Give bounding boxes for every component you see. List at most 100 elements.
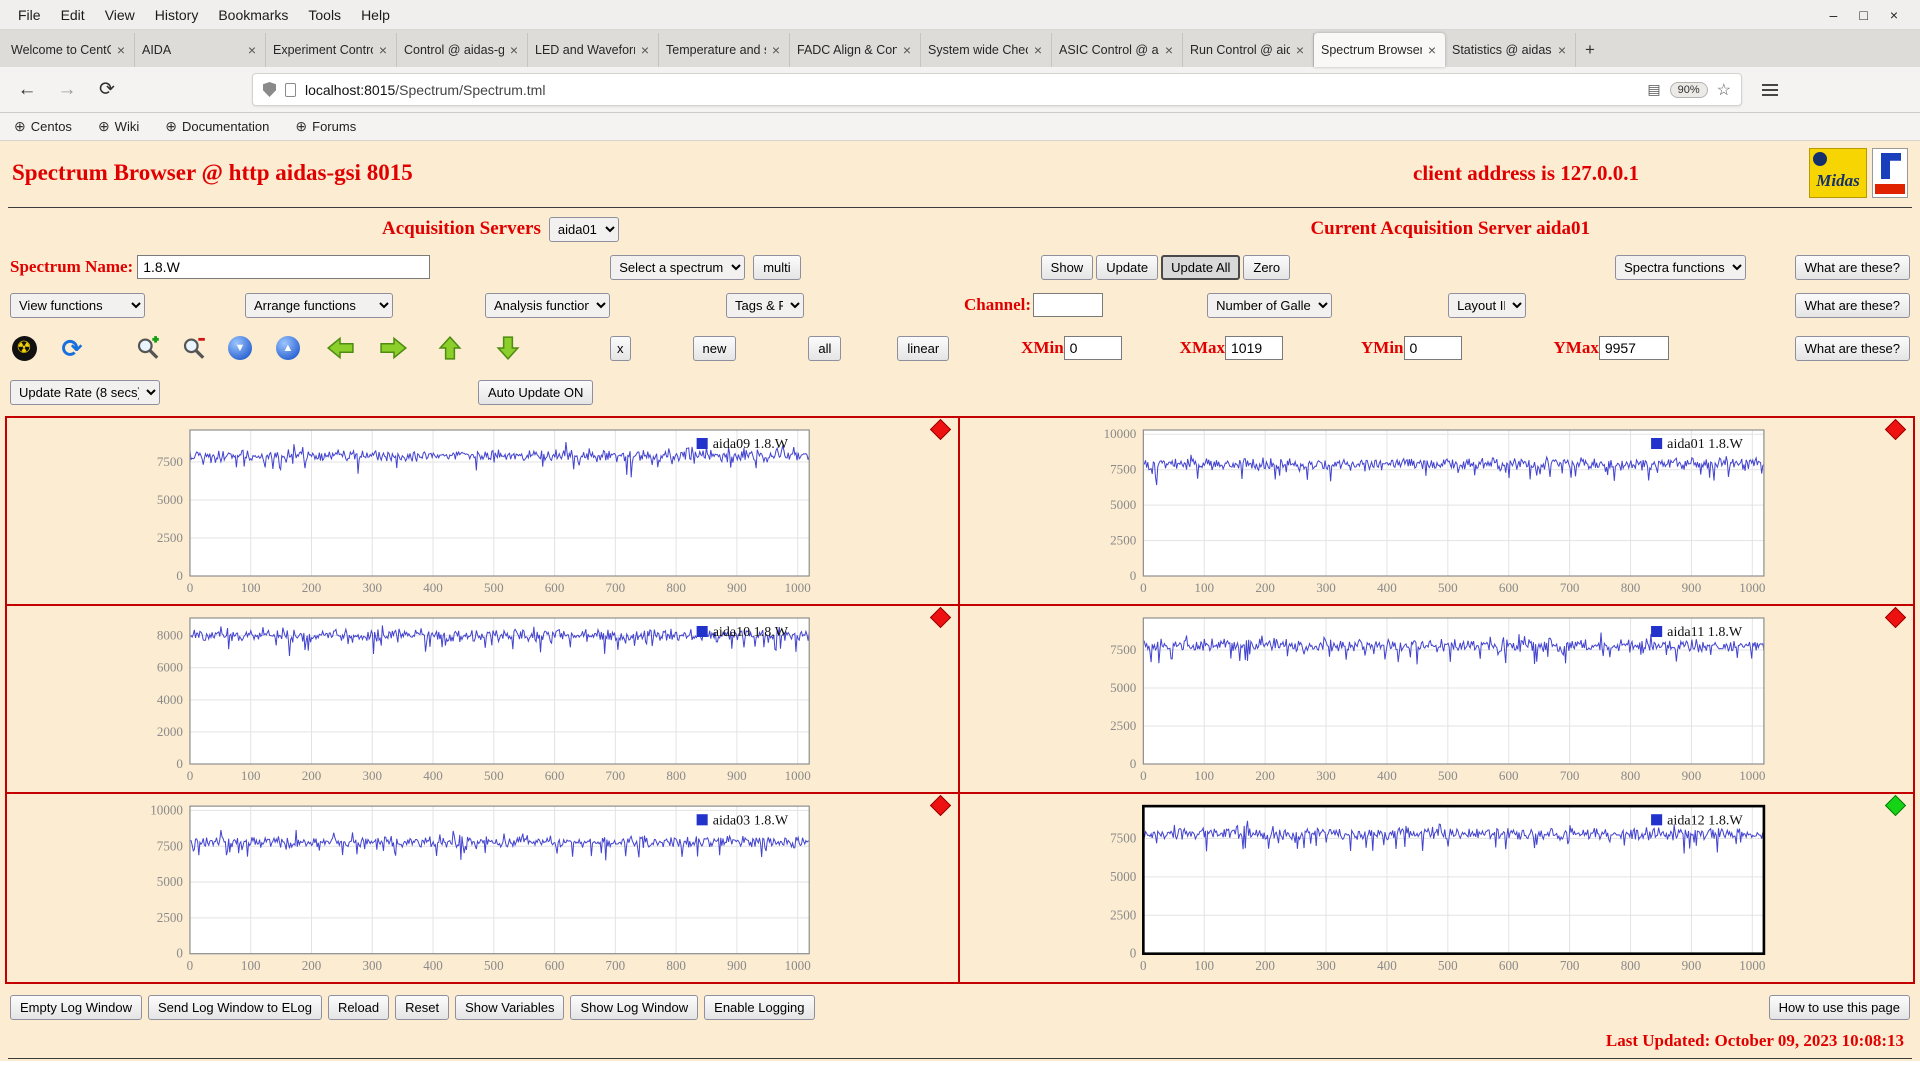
what-are-these-button-3[interactable]: What are these? <box>1794 335 1910 361</box>
spectrum-plot-aida10[interactable]: 0 100 200 300 400 500 600 700 800 900 1000 0 2000 400… <box>7 606 960 794</box>
acquisition-server-select[interactable]: aida01 <box>548 216 619 242</box>
tab-close-icon[interactable]: × <box>1032 42 1044 58</box>
zoom-out-icon[interactable] <box>180 334 208 362</box>
zero-button[interactable]: Zero <box>1243 254 1291 280</box>
menu-history[interactable]: History <box>145 3 209 27</box>
reset-button[interactable]: Reset <box>395 994 450 1020</box>
bookmark-centos[interactable]: ⊕ Centos <box>14 118 72 135</box>
tab-welcome-to-cento[interactable]: Welcome to CentO × <box>4 33 135 67</box>
x-button[interactable]: x <box>610 335 631 361</box>
xmin-input[interactable] <box>1063 336 1122 360</box>
update-all-button[interactable]: Update All <box>1161 254 1241 280</box>
show-variables-button[interactable]: Show Variables <box>455 994 565 1020</box>
tab-system-wide-check[interactable]: System wide Check × <box>921 33 1052 67</box>
scroll-up-icon[interactable]: ▲ <box>274 334 302 362</box>
tab-close-icon[interactable]: × <box>901 42 913 58</box>
tab-close-icon[interactable]: × <box>1556 42 1568 58</box>
app-menu-icon[interactable] <box>1758 80 1782 100</box>
maximize-button[interactable]: □ <box>1859 7 1867 23</box>
number-of-galleries-dropdown[interactable]: Number of Galleries <box>1207 292 1333 318</box>
tab-run-control-aida[interactable]: Run Control @ aida × <box>1183 33 1314 67</box>
menu-bookmarks[interactable]: Bookmarks <box>208 3 298 27</box>
xmax-input[interactable] <box>1225 336 1283 360</box>
spectrum-plot-aida12[interactable]: 0 100 200 300 400 500 600 700 800 900 1000 0 2500 500… <box>960 794 1913 982</box>
update-button[interactable]: Update <box>1096 254 1159 280</box>
select-spectrum-dropdown[interactable]: Select a spectrum <box>610 254 746 280</box>
scroll-down-icon[interactable]: ▼ <box>226 334 254 362</box>
spectra-functions-dropdown[interactable]: Spectra functions <box>1615 254 1747 280</box>
new-button[interactable]: new <box>692 335 737 361</box>
tab-close-icon[interactable]: × <box>246 42 258 58</box>
bookmark-forums[interactable]: ⊕ Forums <box>295 118 356 135</box>
menu-file[interactable]: File <box>8 3 51 27</box>
reload-button[interactable]: Reload <box>327 994 390 1020</box>
tab-close-icon[interactable]: × <box>770 42 782 58</box>
close-window-button[interactable]: × <box>1890 7 1898 23</box>
arrow-down-icon[interactable] <box>494 334 522 362</box>
spectrum-plot-aida09[interactable]: 0 100 200 300 400 500 600 700 800 900 1000 0 2500 500… <box>7 418 960 606</box>
tab-close-icon[interactable]: × <box>115 42 127 58</box>
bookmark-star-icon[interactable]: ☆ <box>1717 80 1731 100</box>
all-button[interactable]: all <box>808 335 842 361</box>
tab-spectrum-browser[interactable]: Spectrum Browser × <box>1314 33 1445 67</box>
menu-edit[interactable]: Edit <box>51 3 95 27</box>
spectrum-name-input[interactable] <box>137 255 431 279</box>
layout-id-dropdown[interactable]: Layout ID=7 <box>1448 292 1527 318</box>
tab-close-icon[interactable]: × <box>639 42 651 58</box>
channel-input[interactable] <box>1033 293 1104 317</box>
menu-help[interactable]: Help <box>351 3 400 27</box>
menu-view[interactable]: View <box>95 3 145 27</box>
spectrum-plot-aida11[interactable]: 0 100 200 300 400 500 600 700 800 900 1000 0 2500 500… <box>960 606 1913 794</box>
linear-button[interactable]: linear <box>897 335 950 361</box>
tab-experiment-contro[interactable]: Experiment Contro × <box>266 33 397 67</box>
show-log-window-button[interactable]: Show Log Window <box>570 994 699 1020</box>
tab-asic-control-aid[interactable]: ASIC Control @ aid × <box>1052 33 1183 67</box>
arrow-left-icon[interactable] <box>326 334 354 362</box>
menu-tools[interactable]: Tools <box>298 3 351 27</box>
tab-statistics-aidas[interactable]: Statistics @ aidas × <box>1445 33 1576 67</box>
tags-fits-dropdown[interactable]: Tags & Fits <box>726 292 804 318</box>
radioactive-icon[interactable]: ☢ <box>10 334 38 362</box>
tab-close-icon[interactable]: × <box>377 42 389 58</box>
url-input[interactable]: localhost:8015/Spectrum/Spectrum.tml <box>305 82 1638 98</box>
send-log-window-to-elog-button[interactable]: Send Log Window to ELog <box>148 994 322 1020</box>
zoom-in-icon[interactable] <box>134 334 162 362</box>
minimize-button[interactable]: – <box>1830 7 1838 23</box>
zoom-level-badge[interactable]: 90% <box>1669 81 1708 98</box>
update-rate-dropdown[interactable]: Update Rate (8 secs) <box>10 379 160 405</box>
tab-close-icon[interactable]: × <box>1294 42 1306 58</box>
analysis-functions-dropdown[interactable]: Analysis functions <box>485 292 610 318</box>
bookmark-documentation[interactable]: ⊕ Documentation <box>165 118 269 135</box>
tab-fadc-align-cont[interactable]: FADC Align & Cont × <box>790 33 921 67</box>
reload-icon[interactable]: ⟳ <box>92 75 122 105</box>
how-to-use-button[interactable]: How to use this page <box>1768 994 1910 1020</box>
site-info-icon[interactable] <box>285 82 296 97</box>
tracking-shield-icon[interactable] <box>263 82 276 97</box>
tab-close-icon[interactable]: × <box>508 42 520 58</box>
tab-aida[interactable]: AIDA × <box>135 33 266 67</box>
tab-control-aidas-g[interactable]: Control @ aidas-g × <box>397 33 528 67</box>
forward-icon[interactable]: → <box>52 75 82 105</box>
spectrum-plot-aida03[interactable]: 0 100 200 300 400 500 600 700 800 900 1000 0 2500 500… <box>7 794 960 982</box>
auto-update-button[interactable]: Auto Update ON <box>478 379 594 405</box>
arrow-right-icon[interactable] <box>380 334 408 362</box>
arrow-up-icon[interactable] <box>436 334 464 362</box>
empty-log-window-button[interactable]: Empty Log Window <box>10 994 142 1020</box>
refresh-icon[interactable]: ⟳ <box>58 334 86 362</box>
enable-logging-button[interactable]: Enable Logging <box>704 994 815 1020</box>
new-tab-icon[interactable]: + <box>1576 33 1604 67</box>
url-bar[interactable]: localhost:8015/Spectrum/Spectrum.tml ▤ 9… <box>252 73 1742 106</box>
tab-led-and-waveform[interactable]: LED and Waveform × <box>528 33 659 67</box>
what-are-these-button-1[interactable]: What are these? <box>1794 254 1910 280</box>
tab-temperature-and-s[interactable]: Temperature and s × <box>659 33 790 67</box>
view-functions-dropdown[interactable]: View functions <box>10 292 145 318</box>
show-button[interactable]: Show <box>1040 254 1094 280</box>
ymin-input[interactable] <box>1403 336 1462 360</box>
spectrum-plot-aida01[interactable]: 0 100 200 300 400 500 600 700 800 900 1000 0 2500 500… <box>960 418 1913 606</box>
back-icon[interactable]: ← <box>12 75 42 105</box>
arrange-functions-dropdown[interactable]: Arrange functions <box>245 292 393 318</box>
tab-close-icon[interactable]: × <box>1426 42 1438 58</box>
bookmark-wiki[interactable]: ⊕ Wiki <box>98 118 139 135</box>
ymax-input[interactable] <box>1598 336 1669 360</box>
tab-close-icon[interactable]: × <box>1163 42 1175 58</box>
